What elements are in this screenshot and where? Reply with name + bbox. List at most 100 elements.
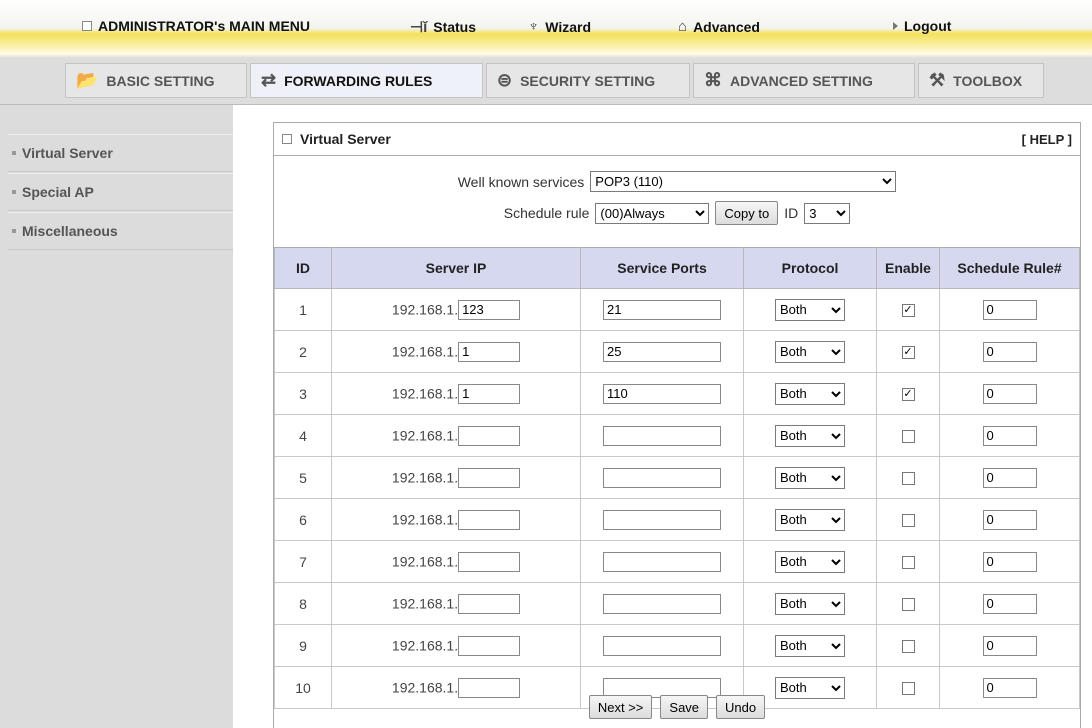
server-ip-input[interactable] [458, 341, 521, 362]
enable-checkbox[interactable] [901, 514, 915, 528]
virtual-server-panel: Virtual Server [ HELP ] Well known servi… [273, 122, 1081, 728]
col-server-ip: Server IP [331, 247, 581, 289]
status-icon: ⊣ǐ [410, 19, 428, 36]
panel-title-text: Virtual Server [300, 131, 391, 147]
schedule-rule-row: Schedule rule (00)Always Copy to ID 3 [274, 201, 1080, 225]
enable-checkbox[interactable] [901, 430, 915, 444]
enable-cell [876, 582, 940, 625]
id-label: ID [784, 205, 799, 221]
sidebar-item-special-ap[interactable]: Special AP [8, 173, 233, 211]
enable-checkbox[interactable] [901, 472, 915, 486]
schedule-rule-label: Schedule rule [503, 205, 590, 221]
protocol-select[interactable]: Both [775, 424, 845, 447]
status-menu[interactable]: ⊣ǐ Status [410, 18, 476, 36]
schedule-rule-input[interactable] [982, 509, 1037, 530]
service-ports-input[interactable] [603, 635, 721, 656]
service-ports-input[interactable] [603, 593, 721, 614]
tab-security-setting[interactable]: ⊜ SECURITY SETTING [486, 63, 690, 98]
schedule-rule-input[interactable] [982, 425, 1037, 446]
protocol-select[interactable]: Both [775, 466, 845, 489]
service-ports-input[interactable] [603, 341, 721, 362]
advanced-menu[interactable]: ⌂ Advanced [678, 18, 760, 35]
schedule-rule-input[interactable] [982, 299, 1037, 320]
enable-checkbox[interactable]: ✓ [901, 388, 915, 402]
tab-advanced-setting[interactable]: ⌘ ADVANCED SETTING [693, 63, 915, 98]
service-ports-input[interactable] [603, 425, 721, 446]
schedule-rule-select[interactable]: (00)Always [595, 202, 710, 224]
sidebar-item-miscellaneous[interactable]: Miscellaneous [8, 212, 233, 250]
panel-header: Virtual Server [ HELP ] [274, 123, 1080, 156]
schedule-rule-input[interactable] [982, 341, 1037, 362]
enable-checkbox[interactable]: ✓ [901, 346, 915, 360]
server-ip-input[interactable] [458, 299, 521, 320]
ip-prefix: 192.168.1. [391, 553, 459, 569]
table-row: 5 192.168.1. Both [274, 456, 1080, 499]
enable-cell [876, 498, 940, 541]
tab-basic-setting[interactable]: 📂 BASIC SETTING [65, 63, 247, 98]
copy-to-button[interactable]: Copy to [715, 201, 779, 225]
protocol-select[interactable]: Both [775, 382, 845, 405]
service-ports-input[interactable] [603, 551, 721, 572]
logout-menu[interactable]: Logout [893, 18, 951, 34]
server-ip-input[interactable] [458, 467, 521, 488]
ip-prefix: 192.168.1. [391, 427, 459, 443]
admin-main-menu[interactable]: ADMINISTRATOR's MAIN MENU [82, 18, 310, 34]
wizard-menu[interactable]: ♆ Wizard [528, 18, 591, 35]
schedule-rule-input[interactable] [982, 635, 1037, 656]
table-body: 1 192.168.1. Both ✓ 2 192.168.1. Both ✓ 3 192.168… [274, 288, 1080, 709]
tab-label: FORWARDING RULES [284, 72, 433, 89]
protocol-select[interactable]: Both [775, 592, 845, 615]
protocol-select[interactable]: Both [775, 634, 845, 657]
server-ip-input[interactable] [458, 551, 521, 572]
enable-cell: ✓ [876, 288, 940, 331]
protocol-select[interactable]: Both [775, 550, 845, 573]
protocol-cell: Both [743, 456, 877, 499]
help-link[interactable]: [ HELP ] [1022, 132, 1072, 147]
admin-main-menu-label: ADMINISTRATOR's MAIN MENU [98, 18, 311, 34]
tab-forwarding-rules[interactable]: ⇄ FORWARDING RULES [250, 63, 483, 98]
lock-icon: ⊜ [497, 70, 513, 90]
protocol-cell: Both [743, 540, 877, 583]
protocol-select[interactable]: Both [775, 508, 845, 531]
schedule-rule-input[interactable] [982, 467, 1037, 488]
tab-label: BASIC SETTING [106, 72, 215, 89]
service-ports-input[interactable] [603, 299, 721, 320]
sidebar-item-virtual-server[interactable]: Virtual Server [8, 134, 233, 172]
save-button[interactable]: Save [660, 695, 709, 719]
table-row: 8 192.168.1. Both [274, 582, 1080, 625]
protocol-cell: Both [743, 498, 877, 541]
schedule-rule-cell [939, 582, 1080, 625]
enable-checkbox[interactable] [901, 682, 915, 696]
id-select[interactable]: 3 [804, 202, 851, 224]
service-ports-input[interactable] [603, 467, 721, 488]
server-ip-input[interactable] [458, 635, 521, 656]
service-ports-input[interactable] [603, 509, 721, 530]
server-ip-input[interactable] [458, 593, 521, 614]
protocol-cell: Both [743, 624, 877, 667]
schedule-rule-input[interactable] [982, 593, 1037, 614]
well-known-services-select[interactable]: POP3 (110) [590, 171, 897, 192]
enable-cell [876, 624, 940, 667]
server-ip-cell: 192.168.1. [331, 624, 581, 667]
enable-checkbox[interactable] [901, 556, 915, 570]
bullet-icon [12, 229, 16, 233]
schedule-rule-input[interactable] [982, 551, 1037, 572]
server-ip-input[interactable] [458, 425, 521, 446]
enable-checkbox[interactable] [901, 598, 915, 612]
row-id: 9 [274, 624, 332, 667]
enable-checkbox[interactable]: ✓ [901, 304, 915, 318]
next-button[interactable]: Next >> [588, 695, 653, 719]
form-buttons: Next >> Save Undo [274, 695, 1080, 719]
schedule-rule-cell [939, 288, 1080, 331]
protocol-select[interactable]: Both [775, 298, 845, 321]
service-ports-input[interactable] [603, 383, 721, 404]
tab-toolbox[interactable]: ⚒ TOOLBOX [918, 63, 1044, 98]
enable-checkbox[interactable] [901, 640, 915, 654]
server-ip-input[interactable] [458, 383, 521, 404]
protocol-select[interactable]: Both [775, 340, 845, 363]
status-menu-label: Status [433, 19, 477, 35]
schedule-rule-input[interactable] [982, 383, 1037, 404]
server-ip-input[interactable] [458, 509, 521, 530]
undo-button[interactable]: Undo [716, 695, 766, 719]
square-bullet-icon [282, 134, 292, 144]
